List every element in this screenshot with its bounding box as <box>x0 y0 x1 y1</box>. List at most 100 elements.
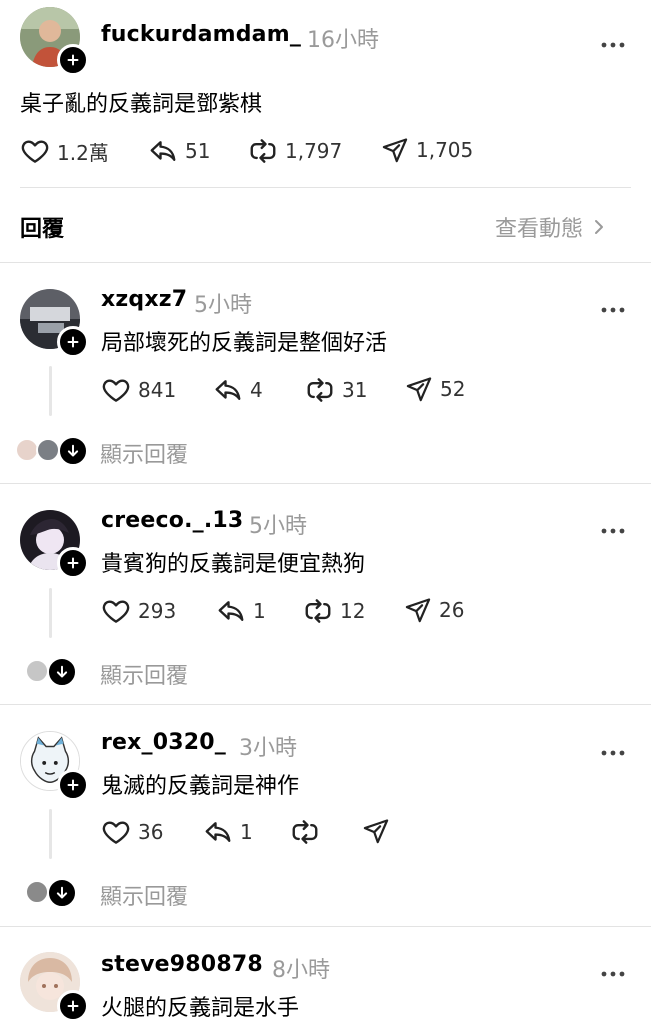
plus-icon <box>64 554 82 572</box>
share-icon <box>381 136 409 164</box>
like-button[interactable]: 841 <box>101 375 176 405</box>
divider <box>0 262 651 263</box>
repost-icon <box>248 136 278 166</box>
like-count: 841 <box>138 378 177 402</box>
expand-replies-button[interactable] <box>47 878 77 908</box>
follow-button[interactable] <box>57 990 89 1022</box>
share-button[interactable]: 1,705 <box>381 136 473 164</box>
more-options-button[interactable] <box>601 519 625 538</box>
more-options-button[interactable] <box>601 741 625 760</box>
repost-button[interactable]: 31 <box>305 375 367 405</box>
follow-button[interactable] <box>57 44 89 76</box>
comment-text: 局部壞死的反義詞是整個好活 <box>101 331 388 356</box>
repost-button[interactable] <box>290 817 320 847</box>
more-options-button[interactable] <box>601 298 625 317</box>
like-button[interactable]: 1.2萬 <box>20 136 109 166</box>
more-options-button[interactable] <box>601 962 625 981</box>
reply-button[interactable]: 1 <box>203 817 253 847</box>
like-button[interactable]: 36 <box>101 817 163 847</box>
divider <box>0 926 651 927</box>
reply-icon <box>213 375 243 405</box>
follow-button[interactable] <box>57 769 89 801</box>
heart-icon <box>20 136 50 166</box>
reply-icon <box>203 817 233 847</box>
timestamp: 8小時 <box>272 958 330 983</box>
reply-avatar <box>36 438 60 462</box>
follow-button[interactable] <box>57 547 89 579</box>
reply-button[interactable]: 51 <box>148 136 210 166</box>
reply-count: 1 <box>240 820 253 844</box>
like-count: 1.2萬 <box>57 140 109 165</box>
like-count: 36 <box>138 820 164 844</box>
heart-icon <box>101 375 131 405</box>
share-button[interactable] <box>362 817 390 845</box>
repost-icon <box>303 596 333 626</box>
show-replies-link[interactable]: 顯示回覆 <box>100 879 188 911</box>
reply-avatar <box>25 880 49 904</box>
reply-icon <box>216 596 246 626</box>
username[interactable]: steve980878 <box>101 952 263 977</box>
username[interactable]: fuckurdamdam_ <box>101 22 301 47</box>
reply-button[interactable]: 1 <box>216 596 266 626</box>
share-count: 52 <box>440 377 466 401</box>
thread-line <box>49 366 52 416</box>
post-text: 桌子亂的反義詞是鄧紫棋 <box>20 92 263 117</box>
replies-heading: 回覆 <box>20 217 65 242</box>
share-count: 1,705 <box>416 138 474 162</box>
comment-text: 火腿的反義詞是水手 <box>101 996 300 1021</box>
timestamp: 16小時 <box>307 28 379 53</box>
reply-avatar <box>25 659 49 683</box>
reply-icon <box>148 136 178 166</box>
plus-icon <box>64 776 82 794</box>
timestamp: 3小時 <box>239 736 297 761</box>
repost-icon <box>290 817 320 847</box>
expand-replies-button[interactable] <box>47 657 77 687</box>
plus-icon <box>64 997 82 1015</box>
reply-count: 1 <box>253 599 266 623</box>
repost-count: 1,797 <box>285 139 343 163</box>
more-icon <box>601 750 625 756</box>
repost-icon <box>305 375 335 405</box>
more-icon <box>601 307 625 313</box>
plus-icon <box>64 51 82 69</box>
follow-button[interactable] <box>57 326 89 358</box>
divider <box>20 187 631 188</box>
comment-text: 鬼滅的反義詞是神作 <box>101 774 300 799</box>
divider <box>0 704 651 705</box>
username[interactable]: xzqxz7 <box>101 287 187 312</box>
divider <box>0 483 651 484</box>
share-icon <box>362 817 390 845</box>
arrow-down-icon <box>53 884 71 902</box>
timestamp: 5小時 <box>194 293 252 318</box>
chevron-right-icon <box>595 220 604 234</box>
plus-icon <box>64 333 82 351</box>
username[interactable]: creeco._.13 <box>101 508 243 533</box>
repost-count: 31 <box>342 378 368 402</box>
like-button[interactable]: 293 <box>101 596 176 626</box>
share-icon <box>405 375 433 403</box>
heart-icon <box>101 817 131 847</box>
share-button[interactable]: 26 <box>404 596 464 624</box>
thread-line <box>49 588 52 638</box>
repost-button[interactable]: 12 <box>303 596 365 626</box>
repost-button[interactable]: 1,797 <box>248 136 342 166</box>
username[interactable]: rex_0320_ <box>101 730 226 755</box>
repost-count: 12 <box>340 599 366 623</box>
share-button[interactable]: 52 <box>405 375 465 403</box>
more-options-button[interactable] <box>601 33 625 52</box>
timestamp: 5小時 <box>249 514 307 539</box>
view-activity-link[interactable]: 查看動態 <box>495 211 607 243</box>
arrow-down-icon <box>53 663 71 681</box>
share-count: 26 <box>439 598 465 622</box>
expand-replies-button[interactable] <box>58 436 88 466</box>
reply-count: 4 <box>250 378 263 402</box>
heart-icon <box>101 596 131 626</box>
reply-button[interactable]: 4 <box>213 375 263 405</box>
comment-text: 貴賓狗的反義詞是便宜熱狗 <box>101 552 366 577</box>
more-icon <box>601 528 625 534</box>
like-count: 293 <box>138 599 177 623</box>
view-activity-label: 查看動態 <box>495 217 584 242</box>
show-replies-link[interactable]: 顯示回覆 <box>100 658 188 690</box>
show-replies-link[interactable]: 顯示回覆 <box>100 437 188 469</box>
arrow-down-icon <box>64 442 82 460</box>
